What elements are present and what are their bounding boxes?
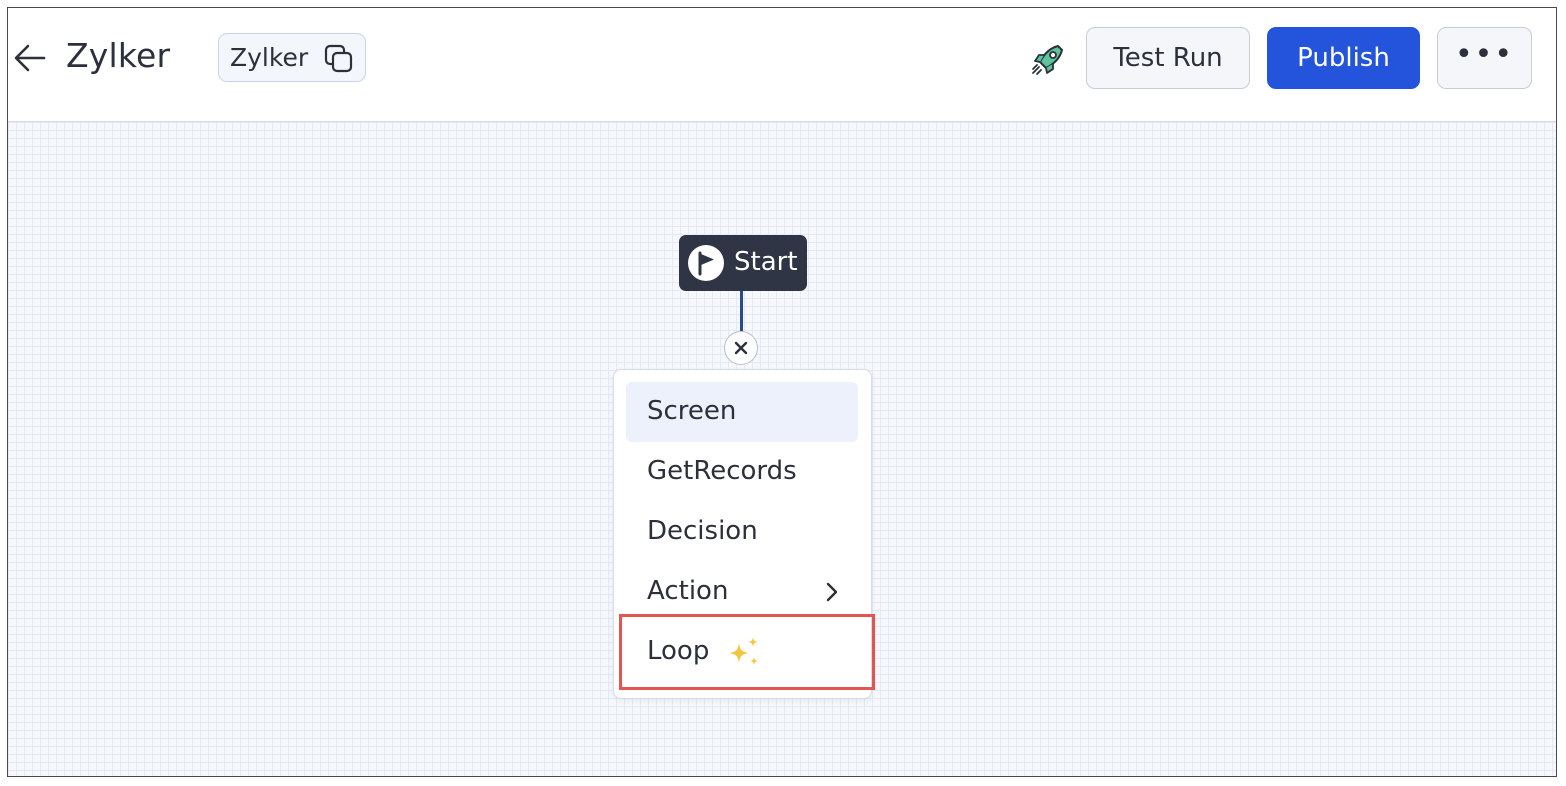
copy-icon[interactable]	[323, 43, 355, 75]
start-node-label: Start	[734, 247, 798, 277]
chevron-right-icon	[826, 582, 838, 602]
flow-name-chip[interactable]: Zylker	[218, 33, 366, 82]
menu-item-label: Screen	[647, 396, 737, 426]
menu-item-label: Action	[647, 576, 729, 606]
add-element-menu: Screen GetRecords Decision Action Loop	[613, 369, 872, 699]
menu-item-action[interactable]: Action	[626, 562, 858, 622]
publish-button[interactable]: Publish	[1267, 27, 1420, 89]
rocket-icon	[1032, 45, 1063, 75]
close-icon	[734, 341, 748, 355]
flow-connector	[740, 291, 743, 331]
back-button[interactable]	[12, 40, 48, 76]
flag-icon	[688, 245, 724, 281]
page-title: Zylker	[66, 36, 171, 75]
start-node[interactable]: Start	[679, 235, 807, 291]
menu-item-screen[interactable]: Screen	[626, 382, 858, 442]
flow-canvas[interactable]: Start Screen GetRecords Decision Action	[8, 122, 1556, 776]
close-menu-button[interactable]	[724, 331, 758, 365]
more-options-button[interactable]: •••	[1437, 27, 1532, 89]
arrow-left-icon	[14, 44, 46, 72]
menu-item-label: GetRecords	[647, 456, 797, 486]
menu-item-decision[interactable]: Decision	[626, 502, 858, 562]
test-run-button[interactable]: Test Run	[1086, 27, 1250, 89]
flow-name-label: Zylker	[230, 43, 309, 72]
menu-item-label: Decision	[647, 516, 758, 546]
menu-item-label: Loop	[647, 636, 710, 666]
sparkle-icon	[729, 637, 758, 665]
app-window: Zylker Zylker Test Run Publish ••• Start…	[7, 7, 1557, 777]
top-bar: Zylker Zylker Test Run Publish •••	[8, 8, 1556, 122]
deploy-rocket-button[interactable]	[1028, 40, 1068, 80]
menu-item-loop[interactable]: Loop	[626, 622, 858, 682]
menu-item-getrecords[interactable]: GetRecords	[626, 442, 858, 502]
